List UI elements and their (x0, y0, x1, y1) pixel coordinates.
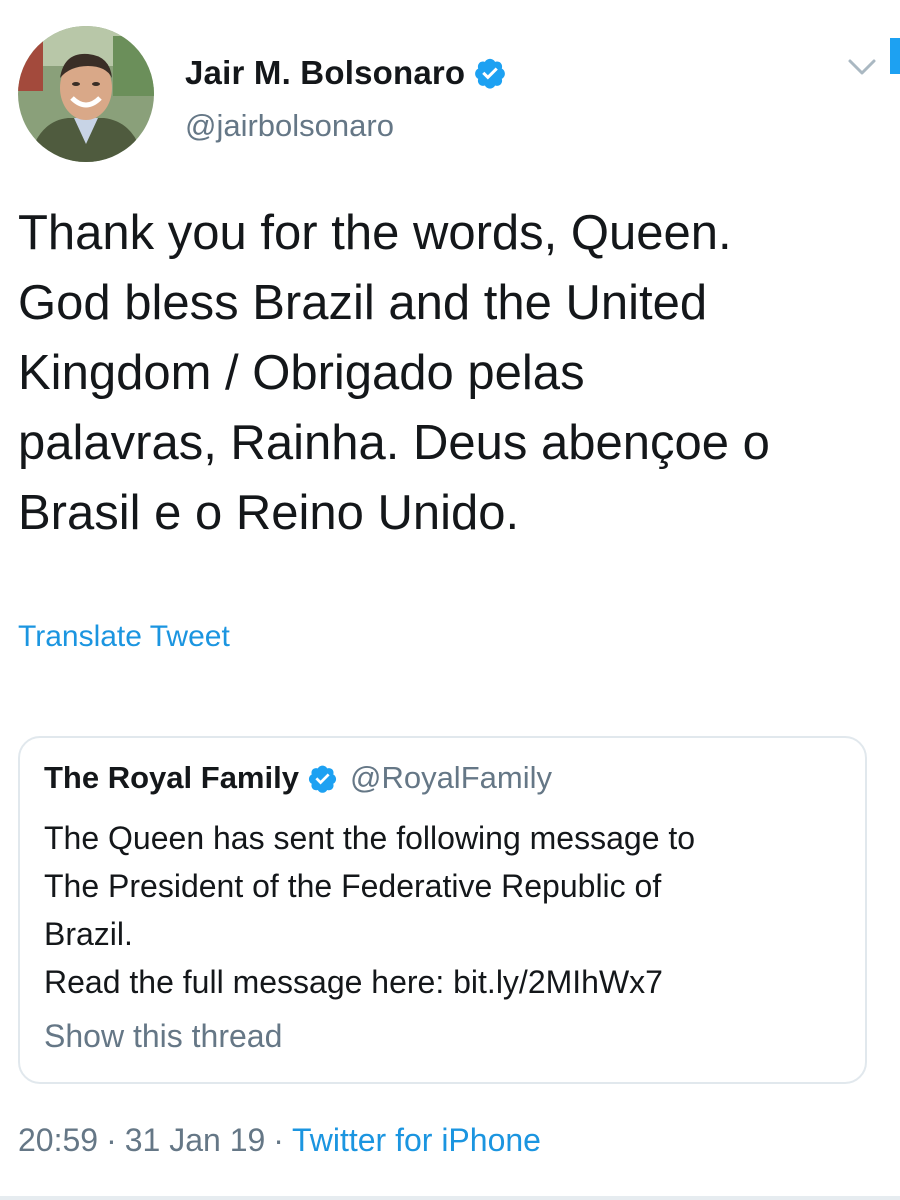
divider (0, 1196, 900, 1200)
edge-accent-bar (890, 38, 900, 74)
tweet-text-line: palavras, Rainha. Deus abençoe o (18, 416, 770, 470)
tweet-header: Jair M. Bolsonaro @jairbolsonaro (18, 26, 888, 166)
author-display-name[interactable]: Jair M. Bolsonaro (185, 54, 465, 92)
show-thread-link[interactable]: Show this thread (44, 1018, 282, 1055)
chevron-down-icon[interactable] (844, 52, 880, 82)
quoted-tweet-header: The Royal Family @RoyalFamily (44, 760, 552, 796)
quoted-text-line: The Queen has sent the following message… (44, 820, 696, 856)
author-info[interactable]: Jair M. Bolsonaro @jairbolsonaro (185, 52, 507, 144)
tweet-metadata: 20:59 · 31 Jan 19 · Twitter for iPhone (18, 1122, 541, 1159)
tweet: Jair M. Bolsonaro @jairbolsonaro Thank y… (0, 0, 900, 1200)
verified-badge-icon (307, 763, 338, 794)
metadata-separator: · (106, 1122, 117, 1158)
author-handle[interactable]: @jairbolsonaro (185, 108, 507, 144)
tweet-time[interactable]: 20:59 (18, 1122, 98, 1158)
translate-tweet-link[interactable]: Translate Tweet (18, 620, 230, 654)
avatar-image (18, 26, 154, 162)
avatar[interactable] (18, 26, 154, 162)
tweet-source-link[interactable]: Twitter for iPhone (292, 1122, 541, 1158)
quoted-tweet-text: The Queen has sent the following message… (44, 814, 844, 1006)
quoted-author-display-name: The Royal Family (44, 760, 299, 795)
quoted-text-line: Brazil. (44, 916, 133, 952)
tweet-text-line: God bless Brazil and the United (18, 276, 708, 330)
quoted-author-handle: @RoyalFamily (349, 760, 552, 795)
tweet-text-line: Brasil e o Reino Unido. (18, 486, 520, 540)
quoted-text-line: The President of the Federative Republic… (44, 868, 662, 904)
author-name-row: Jair M. Bolsonaro (185, 52, 507, 94)
metadata-separator: · (273, 1122, 284, 1158)
tweet-date[interactable]: 31 Jan 19 (125, 1122, 266, 1158)
tweet-text-line: Thank you for the words, Queen. (18, 206, 732, 260)
quoted-tweet-card[interactable]: The Royal Family @RoyalFamily The Queen … (18, 736, 867, 1084)
tweet-text-line: Kingdom / Obrigado pelas (18, 346, 585, 400)
verified-badge-icon (473, 56, 507, 90)
tweet-text: Thank you for the words, Queen. God bles… (18, 198, 888, 548)
quoted-text-line: Read the full message here: bit.ly/2MIhW… (44, 964, 663, 1000)
